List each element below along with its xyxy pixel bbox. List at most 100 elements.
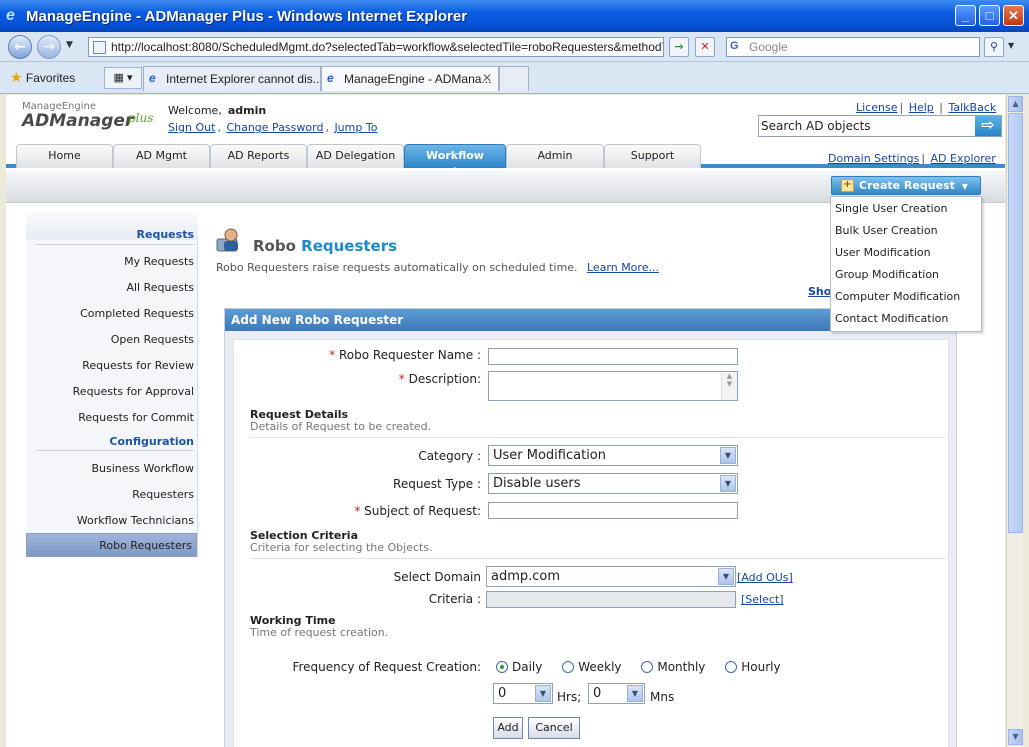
ad-explorer-link[interactable]: AD Explorer [931, 152, 996, 165]
chevron-down-icon: ▼ [627, 685, 643, 702]
page-scrollbar[interactable]: ▲ ▼ [1006, 95, 1023, 747]
close-window-button[interactable]: ✕ [1003, 5, 1024, 26]
criteria-label: Criteria : [428, 592, 481, 606]
menu-item-single-user-creation[interactable]: Single User Creation [831, 197, 981, 219]
menu-item-user-modification[interactable]: User Modification [831, 241, 981, 263]
talkback-link[interactable]: TalkBack [948, 101, 996, 114]
maximize-button[interactable]: □ [979, 5, 1000, 26]
sidebar-item-requests-for-commit[interactable]: Requests for Commit [78, 411, 194, 424]
show-link[interactable]: Sho [808, 285, 831, 298]
jump-to-link[interactable]: Jump To [334, 121, 377, 134]
cancel-button[interactable]: Cancel [528, 717, 580, 739]
domain-links: Domain Settings | AD Explorer [828, 152, 996, 165]
address-input[interactable]: http://localhost:8080/ScheduledMgmt.do?s… [88, 37, 664, 57]
sign-out-link[interactable]: Sign Out [168, 121, 215, 134]
sidebar-heading-configuration: Configuration [109, 435, 194, 448]
menu-item-contact-modification[interactable]: Contact Modification [831, 307, 981, 329]
new-tab-button[interactable] [499, 66, 529, 91]
change-password-link[interactable]: Change Password [226, 121, 323, 134]
add-button[interactable]: Add [493, 717, 523, 739]
request-type-label: Request Type : [393, 477, 481, 491]
tab-ad-delegation[interactable]: AD Delegation [307, 144, 404, 168]
sidebar-item-open-requests[interactable]: Open Requests [111, 333, 194, 346]
frequency-hourly-radio[interactable]: Hourly [725, 660, 781, 674]
radio[interactable] [641, 661, 654, 673]
sidebar-item-completed-requests[interactable]: Completed Requests [80, 307, 194, 320]
close-tab-icon[interactable]: ✕ [482, 71, 492, 85]
license-link[interactable]: License [856, 101, 897, 114]
subject-label: * Subject of Request: [354, 504, 481, 518]
radio[interactable] [562, 661, 575, 673]
tab-workflow[interactable]: Workflow [404, 144, 506, 172]
chevron-down-icon: ▼ [535, 685, 551, 702]
minimize-button[interactable]: _ [955, 5, 976, 26]
menu-item-computer-modification[interactable]: Computer Modification [831, 285, 981, 307]
tab-home[interactable]: Home [16, 144, 113, 168]
category-select[interactable]: User Modification ▼ [488, 445, 738, 466]
favorites-button[interactable]: ★ Favorites [10, 69, 75, 86]
tab-support[interactable]: Support [604, 144, 701, 168]
help-link[interactable]: Help [909, 101, 934, 114]
web-search-input[interactable]: G Google [726, 37, 980, 57]
select-domain-label: Select Domain [393, 570, 481, 584]
web-page: ManageEngine ADManager plus Welcome, admi… [6, 95, 1005, 747]
add-ous-link[interactable]: [Add OUs] [737, 571, 793, 584]
minutes-select[interactable]: 0 ▼ [588, 683, 645, 704]
description-label: * Description: [398, 372, 481, 386]
subject-input[interactable] [488, 502, 738, 519]
sidebar-item-workflow-technicians[interactable]: Workflow Technicians [77, 514, 194, 527]
sidebar-item-requests-for-review[interactable]: Requests for Review [82, 359, 194, 372]
quick-tabs-button[interactable]: ▦ ▾ [104, 67, 142, 89]
menu-item-group-modification[interactable]: Group Modification [831, 263, 981, 285]
scroll-up-icon[interactable]: ▲ [1008, 96, 1023, 112]
go-button[interactable]: → [669, 37, 689, 57]
robo-requester-icon [216, 228, 238, 252]
tab-ad-mgmt[interactable]: AD Mgmt [113, 144, 210, 168]
sidebar-item-all-requests[interactable]: All Requests [126, 281, 194, 294]
hours-select[interactable]: 0 ▼ [493, 683, 553, 704]
recent-pages-dropdown-icon[interactable]: ▼ [66, 40, 73, 50]
forward-button[interactable]: → [37, 35, 61, 59]
user-links: Sign Out, Change Password, Jump To [168, 121, 378, 134]
sidebar-item-requesters[interactable]: Requesters [132, 488, 194, 501]
frequency-daily-radio[interactable]: Daily [496, 660, 542, 674]
description-textarea[interactable]: ▲ ▼ [488, 371, 738, 401]
robo-requester-name-label: * Robo Requester Name : [329, 348, 481, 362]
domain-settings-link[interactable]: Domain Settings [828, 152, 919, 165]
sidebar-item-my-requests[interactable]: My Requests [124, 255, 194, 268]
radio[interactable] [725, 661, 738, 673]
menu-item-bulk-user-creation[interactable]: Bulk User Creation [831, 219, 981, 241]
criteria-input [486, 591, 736, 608]
ad-search-go-button[interactable]: ⇨ [975, 116, 1001, 136]
scrollbar-thumb[interactable] [1008, 113, 1023, 533]
request-details-subtitle: Details of Request to be created. [250, 420, 432, 433]
radio-selected[interactable] [496, 661, 508, 673]
request-type-select[interactable]: Disable users ▼ [488, 473, 738, 494]
search-options-dropdown-icon[interactable]: ▼ [1008, 41, 1014, 50]
select-criteria-link[interactable]: [Select] [741, 593, 784, 606]
textarea-scrollbar[interactable]: ▲ ▼ [721, 372, 737, 400]
frequency-weekly-radio[interactable]: Weekly [562, 660, 622, 674]
form-body: * Robo Requester Name : * Description: ▲… [233, 339, 949, 747]
create-request-button[interactable]: + Create Request ▼ [831, 176, 981, 195]
create-request-menu: Single User Creation Bulk User Creation … [830, 196, 982, 332]
browser-tab[interactable]: e Internet Explorer cannot dis... [143, 66, 321, 91]
browser-tabbar: ★ Favorites ▦ ▾ e Internet Explorer cann… [0, 62, 1029, 94]
divider [36, 450, 194, 451]
search-icon[interactable]: ⚲ [984, 37, 1004, 57]
tab-admin[interactable]: Admin [506, 144, 604, 168]
sidebar-item-requests-for-approval[interactable]: Requests for Approval [73, 385, 194, 398]
sidebar-heading-requests: Requests [136, 228, 194, 241]
browser-tab-active[interactable]: e ManageEngine - ADMana... ✕ [321, 66, 499, 91]
tab-ad-reports[interactable]: AD Reports [210, 144, 307, 168]
robo-requester-name-input[interactable] [488, 348, 738, 365]
ad-search-input[interactable] [761, 118, 971, 134]
back-button[interactable]: ← [8, 35, 32, 59]
frequency-monthly-radio[interactable]: Monthly [641, 660, 705, 674]
sidebar-item-robo-requesters[interactable]: Robo Requesters [26, 533, 197, 557]
stop-button[interactable]: ✕ [695, 37, 715, 57]
domain-select[interactable]: admp.com ▼ [486, 566, 736, 587]
learn-more-link[interactable]: Learn More... [587, 261, 659, 274]
sidebar-item-business-workflow[interactable]: Business Workflow [91, 462, 194, 475]
scroll-down-icon[interactable]: ▼ [1008, 729, 1023, 745]
